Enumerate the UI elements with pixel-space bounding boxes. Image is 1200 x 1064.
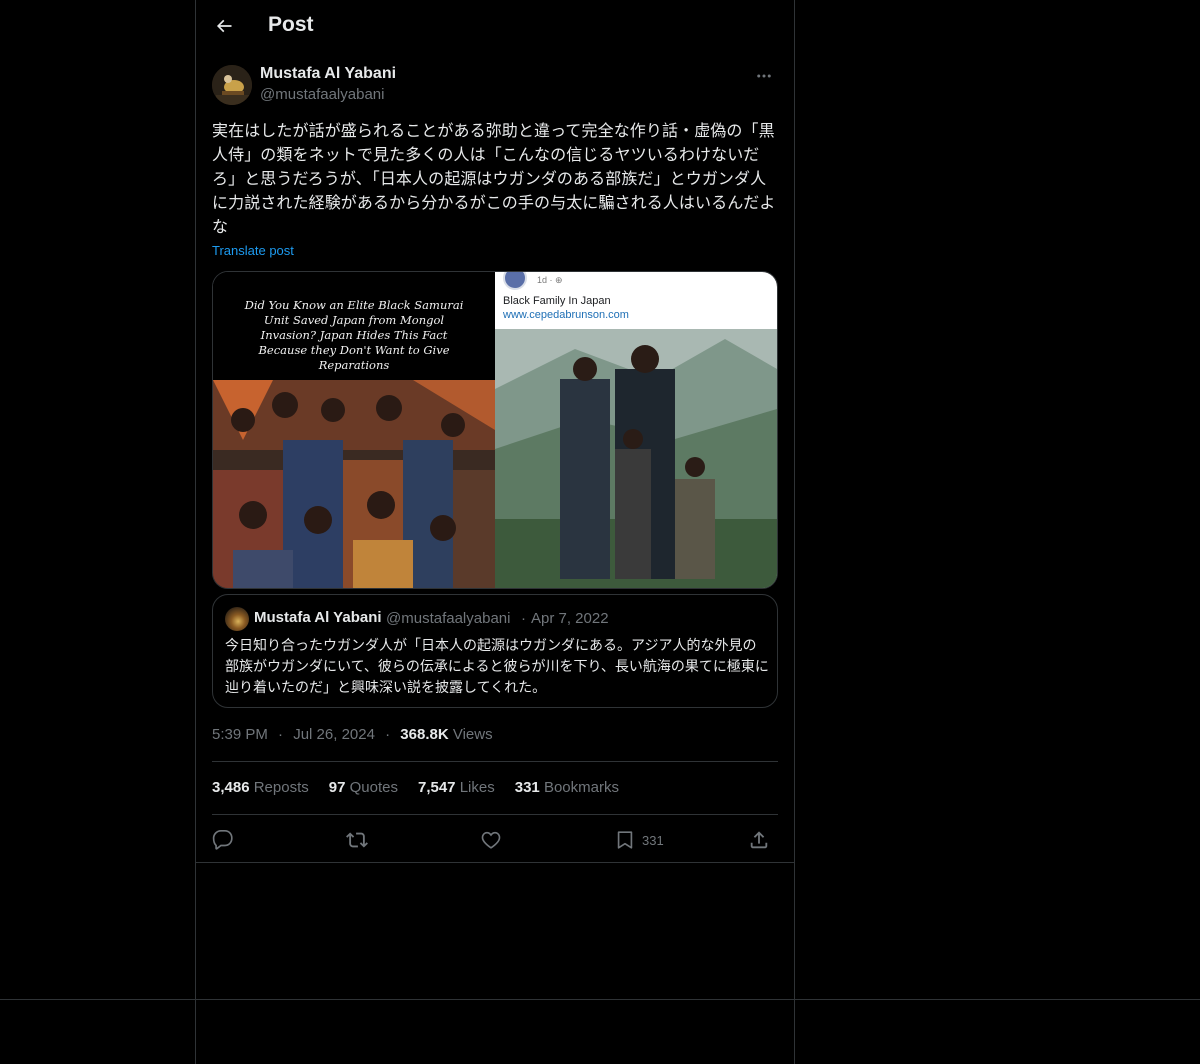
repost-icon [346,832,368,848]
quoted-display-name: Mustafa Al Yabani [254,609,382,626]
family-image [495,329,777,588]
bottom-divider [0,999,1200,1000]
screenshot-avatar [503,272,527,290]
share-button[interactable] [748,826,770,854]
media-left-caption: Did You Know an Elite Black Samurai Unit… [213,272,495,380]
quotes-label: Quotes [349,779,398,796]
share-icon [750,831,768,849]
views-label: Views [452,726,493,743]
back-button[interactable] [206,8,242,44]
meta-separator: · [278,726,284,743]
media-image-right[interactable]: 1d · ⊕ Black Family In Japan www.cepedab… [495,272,777,588]
page-title: Post [268,13,314,36]
avatar[interactable] [212,65,252,105]
repost-button[interactable] [346,826,368,854]
page-header: Post [196,0,794,53]
author-row: Mustafa Al Yabani @mustafaalyabani [212,64,778,108]
reposts-label: Reposts [253,779,309,796]
bookmark-icon [617,831,633,849]
author-display-name[interactable]: Mustafa Al Yabani [260,65,396,83]
likes-count: 7,547 [417,779,456,796]
screenshot-link: www.cepedabrunson.com [503,309,629,321]
post-media[interactable]: Did You Know an Elite Black Samurai Unit… [212,271,778,589]
quotes-stat[interactable]: 97 Quotes [329,779,398,796]
bookmark-button[interactable]: 331 [614,826,664,854]
quoted-avatar [225,607,249,631]
post-stats: 3,486 Reposts 97 Quotes 7,547 Likes 331 … [212,779,619,796]
quoted-separator: · [521,610,526,627]
screenshot-title: Black Family In Japan [503,295,611,307]
likes-label: Likes [459,779,495,796]
like-button[interactable] [480,826,502,854]
views-count: 368.8K [400,726,449,743]
divider [212,814,778,815]
post-column: Post Mustafa Al Yabani @mustafaalyabani … [196,0,794,863]
screenshot-time: 1d · ⊕ [537,275,563,285]
divider [212,761,778,762]
post-meta: 5:39 PM · Jul 26, 2024 · 368.8K Views [212,726,493,743]
more-button[interactable] [750,64,778,88]
post-time[interactable]: 5:39 PM [212,726,268,743]
more-icon [757,74,771,78]
reposts-stat[interactable]: 3,486 Reposts [212,779,309,796]
quotes-count: 97 [328,779,346,796]
back-arrow-icon [216,19,232,33]
quoted-text: 今日知り合ったウガンダ人が「日本人の起源はウガンダにある。アジア人的な外見の部族… [225,638,769,696]
post-text: 実在はしたが話が盛られることがある弥助と違って完全な作り話・虚偽の「黒人侍」の類… [212,121,776,236]
post-date[interactable]: Jul 26, 2024 [293,726,375,743]
reposts-count: 3,486 [212,779,250,796]
quoted-date: Apr 7, 2022 [531,610,609,627]
column-border-right [794,0,795,1064]
author-handle[interactable]: @mustafaalyabani [260,86,384,103]
reply-button[interactable] [212,826,234,854]
bookmark-count: 331 [642,832,664,848]
like-icon [481,831,501,849]
media-image-left[interactable]: Did You Know an Elite Black Samurai Unit… [213,272,495,588]
reply-icon [212,830,233,850]
bookmarks-label: Bookmarks [543,779,619,796]
screenshot-header: 1d · ⊕ Black Family In Japan www.cepedab… [495,272,777,329]
bookmarks-stat[interactable]: 331 Bookmarks [515,779,619,796]
meta-separator: · [385,726,391,743]
bookmarks-count: 331 [514,779,540,796]
quoted-post[interactable]: Mustafa Al Yabani @mustafaalyabani · Apr… [212,594,778,708]
action-bar: 331 [212,826,778,854]
likes-stat[interactable]: 7,547 Likes [418,779,495,796]
quoted-handle: @mustafaalyabani [386,610,511,627]
translate-post-link[interactable]: Translate post [212,243,294,258]
samurai-group-image [213,380,495,588]
